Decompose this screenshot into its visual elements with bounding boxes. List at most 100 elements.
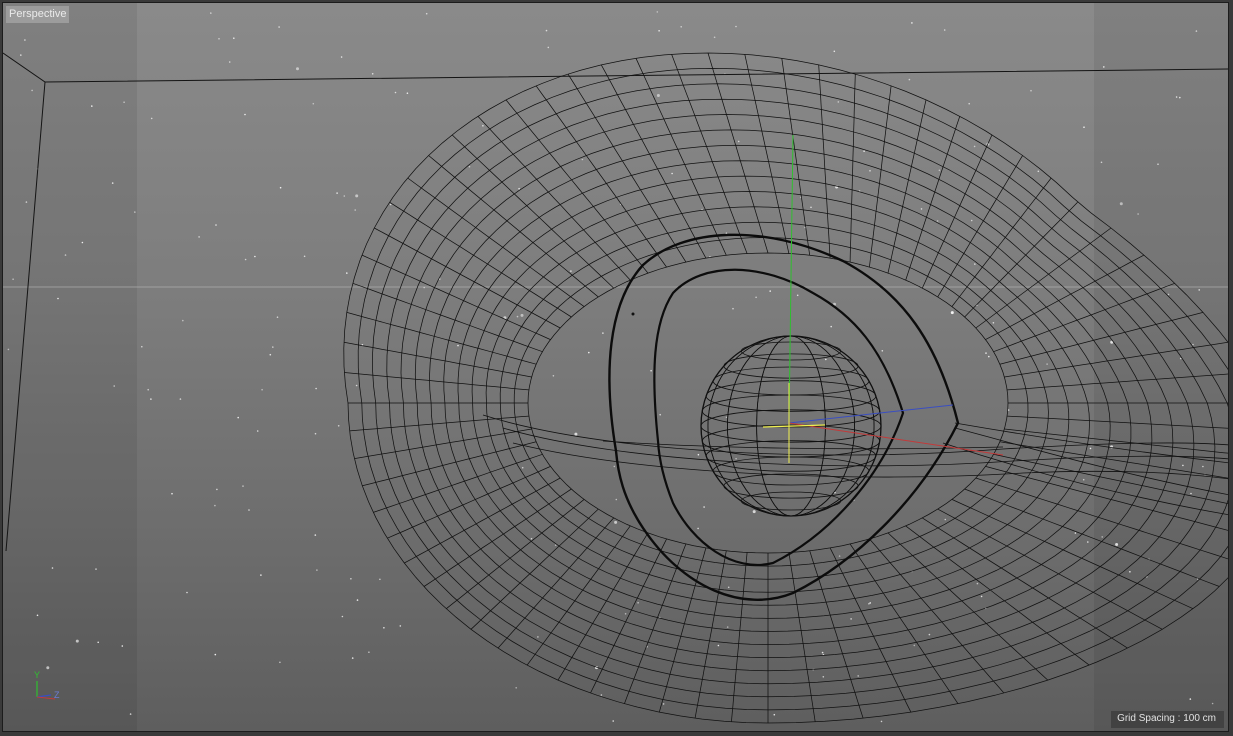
z-axis-handle[interactable]: [788, 404, 954, 424]
star: [316, 569, 318, 571]
gizmo-x-axis: [36, 696, 56, 700]
star: [985, 352, 987, 354]
star: [588, 351, 590, 354]
star: [769, 290, 771, 292]
star: [383, 627, 385, 629]
star: [838, 555, 841, 557]
star: [123, 101, 125, 103]
star: [214, 653, 217, 656]
star: [355, 194, 359, 198]
object-axis-handles[interactable]: [762, 134, 1004, 463]
star: [974, 263, 976, 265]
star: [825, 358, 827, 361]
star: [908, 78, 911, 81]
view-name-label[interactable]: Perspective: [6, 6, 70, 23]
star: [121, 645, 124, 647]
star: [272, 346, 274, 348]
star: [368, 651, 370, 653]
star: [296, 67, 299, 71]
funnel-spoke: [993, 282, 1175, 353]
backdrop-edge: [3, 52, 1228, 83]
star: [755, 296, 757, 299]
star: [703, 506, 705, 508]
funnel-spoke: [428, 155, 599, 298]
funnel-spoke: [535, 85, 667, 268]
star: [850, 618, 852, 620]
star: [186, 591, 188, 594]
star: [516, 315, 519, 318]
star: [717, 644, 720, 647]
star: [278, 26, 280, 28]
star: [697, 527, 699, 530]
star: [314, 432, 317, 435]
star: [340, 56, 343, 58]
star: [228, 61, 231, 63]
star: [1192, 343, 1194, 346]
funnel-ring: [343, 52, 1228, 724]
star: [727, 586, 730, 589]
small-marker: [631, 312, 635, 316]
star: [881, 350, 884, 352]
star: [399, 625, 402, 627]
funnel-spoke: [922, 517, 1128, 649]
star: [111, 182, 114, 184]
star: [210, 12, 212, 14]
star: [279, 661, 281, 664]
scene-wireframe[interactable]: [3, 3, 1229, 732]
star: [354, 209, 357, 211]
star: [147, 388, 149, 391]
funnel-ring: [357, 68, 1228, 711]
star: [869, 602, 871, 604]
star: [656, 94, 660, 97]
star: [356, 599, 359, 601]
star: [637, 602, 639, 604]
sphere-latitude: [705, 440, 877, 472]
star: [520, 313, 524, 317]
star: [833, 50, 836, 53]
star: [518, 187, 520, 190]
star: [343, 195, 346, 197]
star: [713, 36, 716, 39]
star: [1198, 289, 1200, 291]
sphere-latitude: [705, 380, 877, 412]
star: [650, 369, 652, 372]
star: [980, 595, 983, 598]
star: [658, 30, 660, 32]
star: [928, 633, 931, 636]
star: [574, 432, 578, 436]
star: [1083, 126, 1085, 128]
star: [1087, 541, 1089, 543]
star: [547, 46, 550, 49]
star: [341, 615, 344, 618]
star: [1211, 702, 1214, 705]
3d-viewport[interactable]: Perspective Y Z Grid Spacing : 100 cm: [2, 2, 1229, 732]
star: [141, 345, 143, 348]
world-axis-gizmo: Y Z: [34, 670, 60, 700]
funnel-ring: [485, 206, 1070, 593]
star: [868, 603, 870, 605]
x-axis-handle[interactable]: [788, 422, 1004, 456]
star: [350, 578, 352, 580]
star: [973, 145, 976, 148]
star: [1182, 464, 1184, 467]
funnel-spoke: [635, 58, 727, 256]
star: [521, 466, 524, 469]
star: [216, 488, 218, 491]
star: [468, 165, 471, 168]
star: [725, 416, 728, 419]
star: [150, 398, 152, 400]
star: [20, 54, 22, 56]
funnel-spoke: [887, 99, 927, 274]
star: [1179, 96, 1181, 99]
star: [336, 192, 338, 194]
star: [31, 89, 33, 92]
star: [600, 694, 603, 696]
star: [113, 385, 115, 387]
star: [242, 485, 244, 487]
star: [379, 578, 381, 581]
star: [988, 355, 990, 358]
star: [95, 568, 97, 570]
warped-funnel-mesh: [343, 52, 1228, 724]
funnel-spoke: [389, 201, 572, 318]
star: [25, 201, 28, 203]
